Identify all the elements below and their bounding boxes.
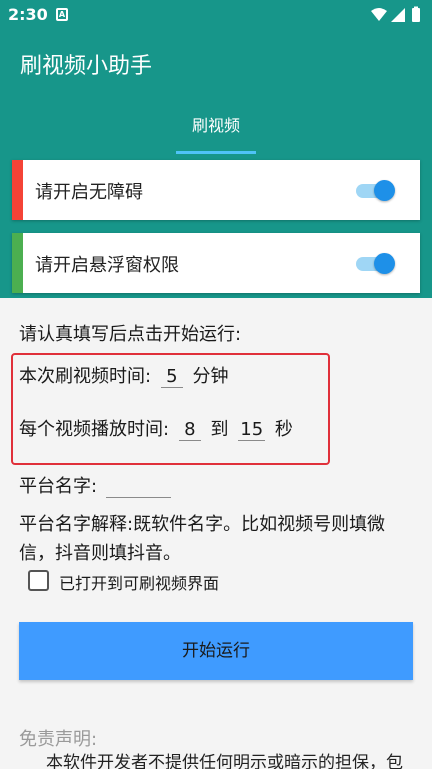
play-time-row: 每个视频播放时间: 8 到 15 秒 — [19, 415, 293, 441]
play-time-min-input[interactable]: 8 — [178, 419, 201, 441]
status-bar-green — [12, 233, 23, 293]
ready-checkbox[interactable] — [28, 570, 49, 591]
accessibility-switch[interactable] — [352, 178, 398, 202]
start-button[interactable]: 开始运行 — [19, 622, 413, 680]
overlay-permission-label: 请开启悬浮窗权限 — [35, 255, 179, 276]
battery-icon — [412, 8, 420, 22]
platform-name-input[interactable] — [106, 474, 171, 498]
app-title: 刷视频小助手 — [20, 54, 153, 79]
disclaimer-body: 本软件开发者不提供任何明示或暗示的担保，包 — [46, 753, 403, 769]
switch-thumb — [374, 180, 395, 201]
tab-shua-shipin[interactable]: 刷视频 — [176, 110, 256, 154]
overlay-permission-switch[interactable] — [352, 251, 398, 275]
ready-checkbox-label[interactable]: 已打开到可刷视频界面 — [59, 570, 219, 594]
platform-label: 平台名字: — [19, 476, 98, 497]
tab-indicator — [176, 151, 256, 154]
switch-thumb — [374, 253, 395, 274]
notification-icon: A — [56, 8, 68, 21]
platform-hint-line1: 平台名字解释:既软件名字。比如视频号则填微 — [19, 514, 386, 535]
play-time-max-input[interactable]: 15 — [238, 419, 266, 441]
play-time-label: 每个视频播放时间: — [19, 419, 170, 440]
duration-input[interactable]: 5 — [160, 366, 183, 388]
wifi-icon — [371, 8, 387, 21]
overlay-permission-card[interactable]: 请开启悬浮窗权限 — [12, 233, 420, 293]
duration-label: 本次刷视频时间: — [19, 366, 152, 387]
form-instruction: 请认真填写后点击开始运行: — [19, 324, 242, 345]
duration-row: 本次刷视频时间: 5 分钟 — [19, 362, 229, 388]
accessibility-label: 请开启无障碍 — [35, 182, 143, 203]
status-bar-red — [12, 160, 23, 220]
play-time-unit: 秒 — [274, 419, 293, 440]
platform-hint-line2: 信，抖音则填抖音。 — [19, 543, 181, 564]
status-bar: 2:30 A — [0, 0, 432, 30]
status-icons — [371, 6, 420, 22]
duration-unit: 分钟 — [192, 366, 229, 387]
accessibility-card[interactable]: 请开启无障碍 — [12, 160, 420, 220]
play-time-to: 到 — [210, 419, 229, 440]
status-time: 2:30 — [8, 5, 48, 24]
signal-icon — [391, 8, 405, 22]
